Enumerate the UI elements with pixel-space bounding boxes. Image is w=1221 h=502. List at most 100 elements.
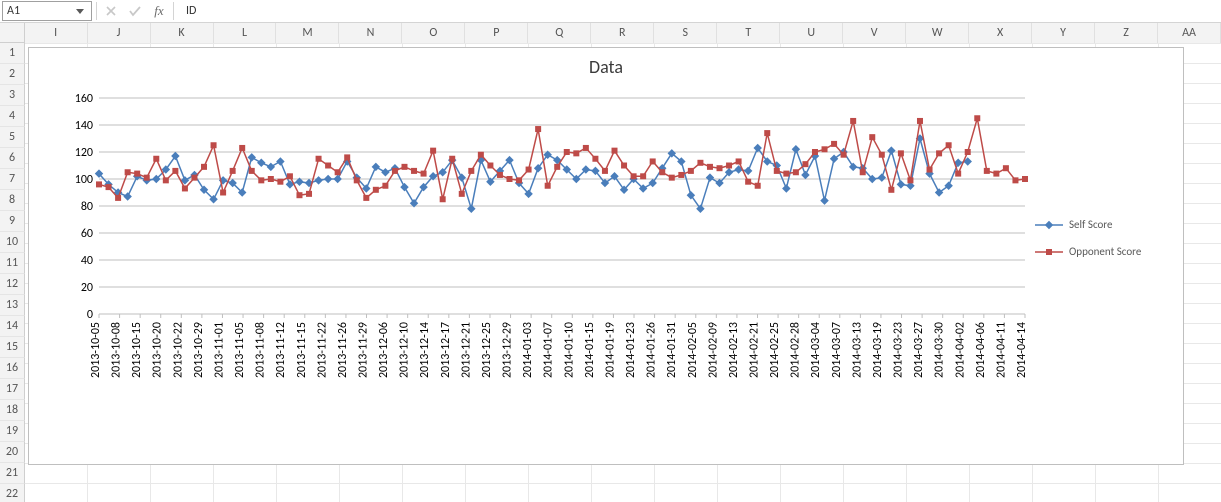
row-header[interactable]: 18 [0, 400, 25, 421]
row-header[interactable]: 10 [0, 232, 25, 253]
column-header[interactable]: I [25, 23, 88, 43]
row-header[interactable]: 2 [0, 64, 25, 85]
column-header[interactable]: W [906, 23, 969, 43]
svg-text:2013-12-25: 2013-12-25 [480, 322, 494, 378]
svg-text:2013-11-05: 2013-11-05 [233, 322, 247, 378]
row-header[interactable]: 22 [0, 484, 25, 502]
column-header[interactable]: N [339, 23, 402, 43]
svg-text:2013-11-01: 2013-11-01 [212, 322, 226, 378]
svg-text:2013-12-06: 2013-12-06 [377, 322, 391, 378]
svg-text:2013-12-17: 2013-12-17 [439, 322, 453, 378]
column-header[interactable]: T [717, 23, 780, 43]
legend-swatch-self [1035, 220, 1063, 230]
column-header[interactable]: J [88, 23, 151, 43]
svg-text:2014-03-19: 2014-03-19 [871, 322, 885, 378]
row-header[interactable]: 5 [0, 127, 25, 148]
svg-text:2013-11-12: 2013-11-12 [274, 322, 288, 378]
row-header[interactable]: 19 [0, 421, 25, 442]
row-header[interactable]: 13 [0, 295, 25, 316]
svg-text:140: 140 [75, 119, 93, 133]
fx-icon[interactable]: fx [149, 2, 169, 20]
formula-bar: A1 fx [0, 0, 1221, 23]
svg-text:2013-10-15: 2013-10-15 [130, 322, 144, 378]
legend-swatch-opp [1035, 247, 1063, 257]
name-box[interactable]: A1 [2, 1, 92, 21]
svg-text:2013-10-08: 2013-10-08 [110, 322, 124, 378]
svg-text:2014-04-11: 2014-04-11 [994, 322, 1008, 378]
row-header[interactable]: 20 [0, 442, 25, 463]
svg-text:2014-04-02: 2014-04-02 [953, 322, 967, 378]
chart-title: Data [29, 56, 1183, 78]
svg-text:100: 100 [75, 173, 93, 187]
svg-text:2014-01-03: 2014-01-03 [521, 322, 535, 378]
row-header[interactable]: 6 [0, 148, 25, 169]
svg-text:2014-01-31: 2014-01-31 [665, 322, 679, 378]
row-header[interactable]: 9 [0, 211, 25, 232]
separator [96, 2, 97, 20]
svg-text:2013-12-29: 2013-12-29 [501, 322, 515, 378]
svg-text:2014-02-13: 2014-02-13 [727, 322, 741, 378]
row-header[interactable]: 8 [0, 190, 25, 211]
column-header[interactable]: O [402, 23, 465, 43]
formula-input[interactable] [178, 2, 1221, 20]
row-header[interactable]: 11 [0, 253, 25, 274]
column-header[interactable]: S [654, 23, 717, 43]
row-header[interactable]: 17 [0, 379, 25, 400]
column-header[interactable]: V [843, 23, 906, 43]
svg-text:2013-12-21: 2013-12-21 [459, 322, 473, 378]
row-header[interactable]: 3 [0, 85, 25, 106]
column-header[interactable]: AA [1158, 23, 1221, 43]
svg-text:2014-02-09: 2014-02-09 [706, 322, 720, 378]
svg-text:2014-02-25: 2014-02-25 [768, 322, 782, 378]
legend-label-opp: Opponent Score [1069, 245, 1141, 258]
row-header[interactable]: 14 [0, 316, 25, 337]
svg-text:20: 20 [81, 281, 93, 295]
svg-text:2013-11-08: 2013-11-08 [254, 322, 268, 378]
chart-object[interactable]: Data 0204060801001201401602013-10-052013… [28, 47, 1184, 465]
svg-text:2014-04-14: 2014-04-14 [1015, 322, 1029, 378]
row-header[interactable]: 15 [0, 337, 25, 358]
svg-text:80: 80 [81, 200, 93, 214]
svg-text:60: 60 [81, 227, 93, 241]
svg-text:2014-01-19: 2014-01-19 [603, 322, 617, 378]
legend-item-self: Self Score [1035, 218, 1175, 231]
column-header[interactable]: Z [1095, 23, 1158, 43]
svg-text:2013-11-15: 2013-11-15 [295, 322, 309, 378]
column-header[interactable]: P [465, 23, 528, 43]
spreadsheet-grid[interactable]: IJKLMNOPQRSTUVWXYZAA 1234567891011121314… [0, 23, 1221, 502]
svg-text:2014-01-07: 2014-01-07 [542, 322, 556, 378]
svg-text:40: 40 [81, 254, 93, 268]
svg-text:2013-12-10: 2013-12-10 [398, 322, 412, 378]
row-header[interactable]: 7 [0, 169, 25, 190]
svg-text:2013-10-22: 2013-10-22 [171, 322, 185, 378]
legend-item-opp: Opponent Score [1035, 245, 1175, 258]
row-header[interactable]: 16 [0, 358, 25, 379]
row-header[interactable]: 4 [0, 106, 25, 127]
column-header[interactable]: Y [1032, 23, 1095, 43]
select-all-corner[interactable] [0, 23, 25, 43]
cancel-icon [101, 2, 121, 20]
svg-text:2013-10-20: 2013-10-20 [151, 322, 165, 378]
svg-text:2013-10-29: 2013-10-29 [192, 322, 206, 378]
svg-text:2014-01-10: 2014-01-10 [562, 322, 576, 378]
name-box-value: A1 [7, 4, 20, 18]
svg-text:120: 120 [75, 146, 93, 160]
column-header[interactable]: U [780, 23, 843, 43]
row-header[interactable]: 21 [0, 463, 25, 484]
column-header[interactable]: R [591, 23, 654, 43]
enter-icon [125, 2, 145, 20]
svg-text:2014-03-30: 2014-03-30 [933, 322, 947, 378]
svg-text:2014-02-28: 2014-02-28 [789, 322, 803, 378]
row-header[interactable]: 1 [0, 43, 25, 64]
row-header[interactable]: 12 [0, 274, 25, 295]
svg-text:2014-03-27: 2014-03-27 [912, 322, 926, 378]
svg-text:2014-01-15: 2014-01-15 [583, 322, 597, 378]
svg-text:2014-01-26: 2014-01-26 [645, 322, 659, 378]
column-header[interactable]: X [969, 23, 1032, 43]
column-header[interactable]: L [214, 23, 277, 43]
column-header[interactable]: Q [528, 23, 591, 43]
name-box-dropdown-icon[interactable] [73, 4, 87, 18]
column-header[interactable]: M [276, 23, 339, 43]
column-header[interactable]: K [151, 23, 214, 43]
legend-label-self: Self Score [1069, 218, 1112, 231]
